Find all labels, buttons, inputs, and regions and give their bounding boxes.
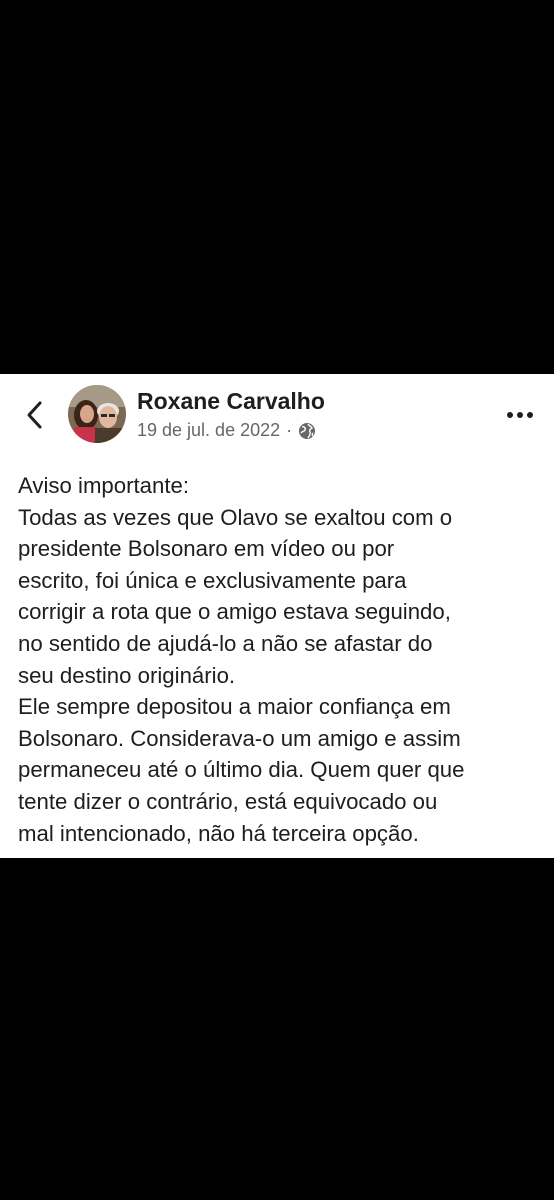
post-meta: 19 de jul. de 2022 · <box>137 420 316 441</box>
back-button[interactable] <box>18 398 52 432</box>
meta-separator: · <box>286 420 293 440</box>
post-text-line: no sentido de ajudá-lo a não se afastar … <box>18 630 433 656</box>
post-card: Roxane Carvalho 19 de jul. de 2022 · Avi… <box>0 374 554 858</box>
post-text-line: Aviso importante: <box>18 473 190 498</box>
post-text-line: seu destino originário. <box>18 662 236 688</box>
avatar-photo <box>68 385 126 443</box>
post-text-line: presidente Bolsonaro em vídeo ou por <box>18 536 395 562</box>
post-text-line: Todas as vezes que Olavo se exaltou com … <box>18 504 453 530</box>
globe-icon <box>299 422 316 439</box>
post-text-line: corrigir a rota que o amigo estava segui… <box>18 599 451 625</box>
post-text: Aviso importante: Todas as vezes que Ola… <box>18 470 538 849</box>
post-text-line: escrito, foi única e exclusivamente para <box>18 567 407 593</box>
more-options-button[interactable] <box>504 400 536 430</box>
more-dots-icon <box>507 412 533 418</box>
post-text-line: Ele sempre depositou a maior confiança e… <box>18 694 451 720</box>
author-name[interactable]: Roxane Carvalho <box>137 388 325 415</box>
post-date[interactable]: 19 de jul. de 2022 <box>137 420 280 441</box>
post-text-line: mal intencionado, não há terceira opção. <box>18 820 419 846</box>
post-text-line: Bolsonaro. Considerava-o um amigo e assi… <box>18 725 461 751</box>
top-black-area <box>0 0 554 374</box>
post-text-line: permaneceu até o último dia. Quem quer q… <box>18 757 465 783</box>
bottom-black-area <box>0 858 554 1200</box>
post-text-line: tente dizer o contrário, está equivocado… <box>18 788 438 814</box>
avatar[interactable] <box>68 385 126 443</box>
chevron-left-icon <box>27 401 42 429</box>
